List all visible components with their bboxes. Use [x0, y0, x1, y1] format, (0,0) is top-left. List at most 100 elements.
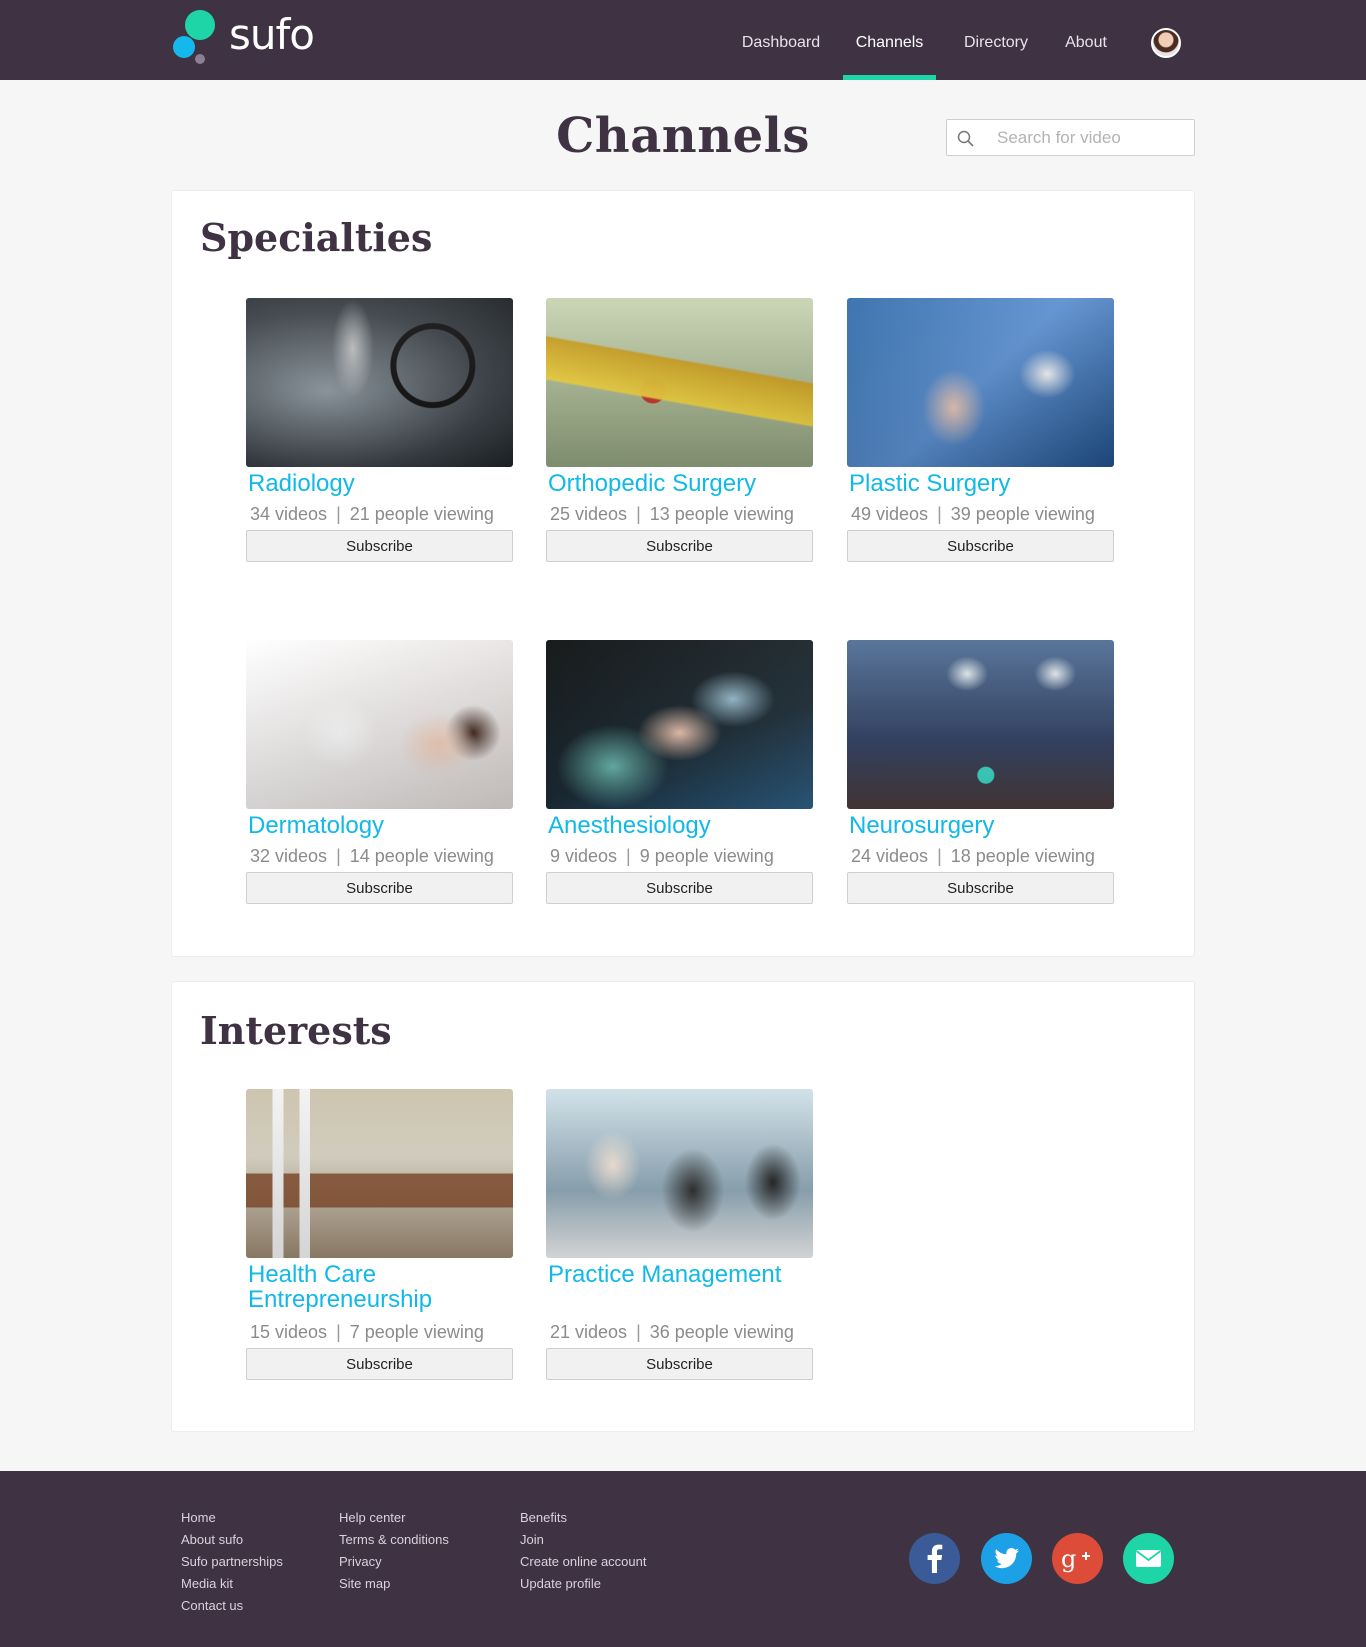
channel-card-orthopedic-surgery: Orthopedic Surgery 25 videos | 13 people v…	[546, 298, 813, 562]
subscribe-button[interactable]: Subscribe	[546, 1348, 813, 1380]
channel-stats: 32 videos | 14 people viewing	[246, 846, 513, 867]
nav-about[interactable]: About	[1054, 0, 1118, 80]
channel-stats: 49 videos | 39 people viewing	[847, 504, 1114, 525]
subscribe-button[interactable]: Subscribe	[847, 530, 1114, 562]
stats-separator: |	[937, 846, 942, 866]
channel-card-radiology: Radiology 34 videos | 21 people viewing Su…	[246, 298, 513, 562]
video-count: 34 videos	[250, 504, 328, 524]
viewer-count: 21 people viewing	[349, 504, 494, 524]
stats-separator: |	[937, 504, 942, 524]
specialties-panel: Specialties Radiology 34 videos | 21 peopl…	[171, 190, 1195, 957]
footer-column-2: Help center Terms & conditions Privacy S…	[339, 1507, 449, 1595]
footer-link-update-profile[interactable]: Update profile	[520, 1573, 646, 1595]
subscribe-button[interactable]: Subscribe	[546, 872, 813, 904]
subscribe-button[interactable]: Subscribe	[246, 1348, 513, 1380]
footer-link-terms[interactable]: Terms & conditions	[339, 1529, 449, 1551]
top-navigation-bar: sufo Dashboard Channels Directory About	[0, 0, 1366, 80]
subscribe-button[interactable]: Subscribe	[246, 872, 513, 904]
site-footer: Home About sufo Sufo partnerships Media …	[0, 1471, 1366, 1647]
footer-link-join[interactable]: Join	[520, 1529, 646, 1551]
footer-link-privacy[interactable]: Privacy	[339, 1551, 449, 1573]
channel-thumbnail-practice-management[interactable]	[546, 1089, 813, 1258]
channel-thumbnail-anesthesiology[interactable]	[546, 640, 813, 809]
search-input[interactable]	[997, 120, 1187, 155]
logo-gray-dot	[195, 54, 205, 64]
video-count: 15 videos	[250, 1322, 328, 1342]
channel-title[interactable]: Dermatology	[246, 813, 513, 838]
svg-text:g: g	[1061, 1545, 1076, 1573]
nav-channels[interactable]: Channels	[843, 0, 936, 80]
logo-wordmark: sufo	[229, 10, 315, 59]
channel-stats: 25 videos | 13 people viewing	[546, 504, 813, 525]
channel-thumbnail-plastic-surgery[interactable]	[847, 298, 1114, 467]
footer-link-contact-us[interactable]: Contact us	[181, 1595, 283, 1617]
channel-thumbnail-orthopedic-surgery[interactable]	[546, 298, 813, 467]
nav-directory[interactable]: Directory	[950, 0, 1042, 80]
channel-title[interactable]: Plastic Surgery	[847, 471, 1114, 496]
channel-card-health-care-entrepreneurship: Health Care Entrepreneurship 15 videos | 7…	[246, 1089, 513, 1380]
footer-link-about-sufo[interactable]: About sufo	[181, 1529, 283, 1551]
user-avatar[interactable]	[1151, 28, 1181, 58]
footer-link-site-map[interactable]: Site map	[339, 1573, 449, 1595]
nav-dashboard[interactable]: Dashboard	[728, 0, 834, 80]
video-count: 49 videos	[851, 504, 929, 524]
channel-title[interactable]: Practice Management	[546, 1262, 813, 1312]
stats-separator: |	[636, 504, 641, 524]
viewer-count: 9 people viewing	[639, 846, 774, 866]
channel-title[interactable]: Radiology	[246, 471, 513, 496]
footer-link-help-center[interactable]: Help center	[339, 1507, 449, 1529]
viewer-count: 14 people viewing	[349, 846, 494, 866]
channel-thumbnail-radiology[interactable]	[246, 298, 513, 467]
channel-card-neurosurgery: Neurosurgery 24 videos | 18 people viewing…	[847, 640, 1114, 904]
channel-card-practice-management: Practice Management 21 videos | 36 people …	[546, 1089, 813, 1380]
section-heading-specialties: Specialties	[200, 215, 433, 260]
channel-title[interactable]: Anesthesiology	[546, 813, 813, 838]
subscribe-button[interactable]: Subscribe	[546, 530, 813, 562]
channel-title[interactable]: Health Care Entrepreneurship	[246, 1262, 466, 1312]
logo-green-dot	[185, 10, 215, 40]
viewer-count: 18 people viewing	[950, 846, 1095, 866]
channel-thumbnail-neurosurgery[interactable]	[847, 640, 1114, 809]
search-icon[interactable]	[957, 130, 974, 147]
footer-link-create-account[interactable]: Create online account	[520, 1551, 646, 1573]
channel-stats: 34 videos | 21 people viewing	[246, 504, 513, 525]
facebook-icon[interactable]	[909, 1533, 960, 1584]
section-heading-interests: Interests	[200, 1008, 392, 1053]
video-count: 21 videos	[550, 1322, 628, 1342]
channel-thumbnail-health-care-entrepreneurship[interactable]	[246, 1089, 513, 1258]
viewer-count: 7 people viewing	[349, 1322, 484, 1342]
channel-stats: 9 videos | 9 people viewing	[546, 846, 813, 867]
google-plus-icon[interactable]: g	[1052, 1533, 1103, 1584]
video-search-box	[946, 119, 1195, 156]
video-count: 25 videos	[550, 504, 628, 524]
stats-separator: |	[626, 846, 631, 866]
channel-stats: 15 videos | 7 people viewing	[246, 1322, 513, 1343]
footer-column-1: Home About sufo Sufo partnerships Media …	[181, 1507, 283, 1617]
stats-separator: |	[336, 1322, 341, 1342]
channel-card-plastic-surgery: Plastic Surgery 49 videos | 39 people view…	[847, 298, 1114, 562]
viewer-count: 36 people viewing	[649, 1322, 794, 1342]
email-icon[interactable]	[1123, 1533, 1174, 1584]
stats-separator: |	[636, 1322, 641, 1342]
channel-card-anesthesiology: Anesthesiology 9 videos | 9 people viewing…	[546, 640, 813, 904]
channel-thumbnail-dermatology[interactable]	[246, 640, 513, 809]
video-count: 32 videos	[250, 846, 328, 866]
channel-title[interactable]: Neurosurgery	[847, 813, 1114, 838]
footer-column-3: Benefits Join Create online account Upda…	[520, 1507, 646, 1595]
footer-link-benefits[interactable]: Benefits	[520, 1507, 646, 1529]
interests-panel: Interests Health Care Entrepreneurship 1…	[171, 981, 1195, 1432]
video-count: 24 videos	[851, 846, 929, 866]
viewer-count: 39 people viewing	[950, 504, 1095, 524]
viewer-count: 13 people viewing	[649, 504, 794, 524]
footer-link-home[interactable]: Home	[181, 1507, 283, 1529]
stats-separator: |	[336, 504, 341, 524]
video-count: 9 videos	[550, 846, 618, 866]
channel-title[interactable]: Orthopedic Surgery	[546, 471, 813, 496]
subscribe-button[interactable]: Subscribe	[246, 530, 513, 562]
subscribe-button[interactable]: Subscribe	[847, 872, 1114, 904]
sufo-logo[interactable]: sufo	[173, 8, 323, 68]
stats-separator: |	[336, 846, 341, 866]
footer-link-media-kit[interactable]: Media kit	[181, 1573, 283, 1595]
footer-link-sufo-partnerships[interactable]: Sufo partnerships	[181, 1551, 283, 1573]
twitter-icon[interactable]	[981, 1533, 1032, 1584]
